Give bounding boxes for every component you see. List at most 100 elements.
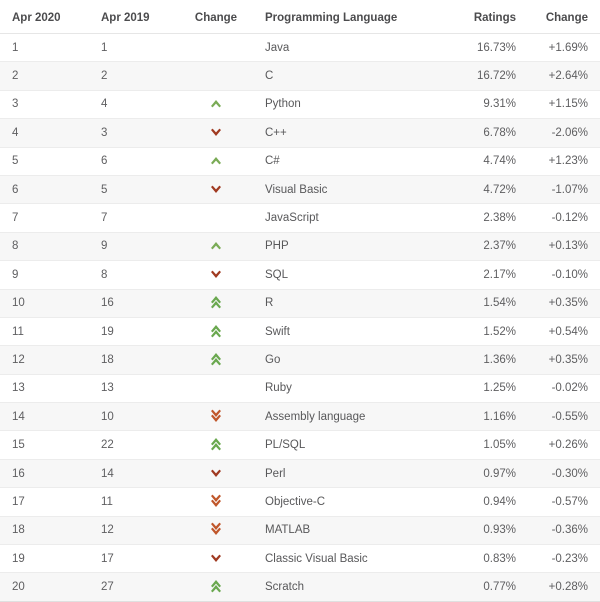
cell-rank-current: 8 xyxy=(0,232,95,262)
cell-rank-previous: 18 xyxy=(95,345,183,375)
cell-rank-previous: 17 xyxy=(95,544,183,574)
cell-ratings-change: -1.07% xyxy=(528,175,600,205)
cell-change-indicator xyxy=(183,203,255,233)
cell-rank-previous: 8 xyxy=(95,260,183,290)
cell-ratings: 16.73% xyxy=(453,33,528,63)
cell-change-indicator xyxy=(183,516,255,546)
cell-ratings-change: -0.12% xyxy=(528,203,600,233)
tiobe-index-table: Apr 2020 Apr 2019 Change Programming Lan… xyxy=(0,0,600,602)
column-header-ratings-change: Change xyxy=(528,0,600,34)
cell-rank-current: 14 xyxy=(0,402,95,432)
cell-rank-previous: 12 xyxy=(95,516,183,546)
cell-language: C xyxy=(255,61,453,91)
cell-rank-previous: 14 xyxy=(95,459,183,489)
cell-ratings: 2.38% xyxy=(453,203,528,233)
cell-ratings-change: +0.28% xyxy=(528,572,600,602)
cell-rank-current: 13 xyxy=(0,374,95,404)
arrow-up-icon xyxy=(209,96,223,112)
cell-ratings: 0.83% xyxy=(453,544,528,574)
cell-ratings-change: -2.06% xyxy=(528,118,600,148)
cell-ratings-change: +2.64% xyxy=(528,61,600,91)
cell-language: MATLAB xyxy=(255,516,453,546)
cell-change-indicator xyxy=(183,374,255,404)
double-arrow-up-icon xyxy=(209,579,223,595)
cell-rank-current: 18 xyxy=(0,516,95,546)
column-header-language: Programming Language xyxy=(255,0,453,34)
table-row: 7 7 JavaScript 2.38% -0.12% xyxy=(0,203,600,233)
no-change-icon xyxy=(209,380,223,396)
table-row: 10 16 R 1.54% +0.35% xyxy=(0,289,600,318)
table-row: 17 11 Objective-C 0.94% -0.57% xyxy=(0,487,600,517)
cell-language: Ruby xyxy=(255,374,453,404)
cell-rank-previous: 3 xyxy=(95,118,183,148)
cell-ratings: 1.36% xyxy=(453,345,528,375)
cell-rank-previous: 2 xyxy=(95,61,183,91)
cell-ratings: 0.97% xyxy=(453,459,528,489)
table-row: 18 12 MATLAB 0.93% -0.36% xyxy=(0,516,600,546)
arrow-up-icon xyxy=(209,238,223,254)
table-row: 11 19 Swift 1.52% +0.54% xyxy=(0,317,600,347)
cell-language: PL/SQL xyxy=(255,430,453,460)
cell-language: C# xyxy=(255,147,453,176)
cell-ratings-change: -0.30% xyxy=(528,459,600,489)
double-arrow-up-icon xyxy=(209,437,223,453)
cell-rank-previous: 6 xyxy=(95,147,183,176)
cell-language: Objective-C xyxy=(255,487,453,517)
arrow-down-icon xyxy=(209,267,223,283)
cell-language: SQL xyxy=(255,260,453,290)
cell-ratings-change: +0.26% xyxy=(528,430,600,460)
cell-language: Assembly language xyxy=(255,402,453,432)
cell-rank-current: 6 xyxy=(0,175,95,205)
cell-change-indicator xyxy=(183,430,255,460)
cell-ratings: 6.78% xyxy=(453,118,528,148)
cell-ratings: 1.05% xyxy=(453,430,528,460)
table-row: 1 1 Java 16.73% +1.69% xyxy=(0,33,600,63)
cell-change-indicator xyxy=(183,459,255,489)
cell-ratings-change: -0.02% xyxy=(528,374,600,404)
table-row: 12 18 Go 1.36% +0.35% xyxy=(0,345,600,375)
cell-language: Go xyxy=(255,345,453,375)
no-change-icon xyxy=(209,68,223,84)
table-row: 4 3 C++ 6.78% -2.06% xyxy=(0,118,600,148)
cell-ratings: 9.31% xyxy=(453,90,528,120)
cell-language: Visual Basic xyxy=(255,175,453,205)
cell-rank-current: 9 xyxy=(0,260,95,290)
cell-rank-previous: 16 xyxy=(95,289,183,318)
table-row: 3 4 Python 9.31% +1.15% xyxy=(0,90,600,120)
arrow-down-icon xyxy=(209,182,223,198)
table-row: 9 8 SQL 2.17% -0.10% xyxy=(0,260,600,290)
cell-ratings: 2.37% xyxy=(453,232,528,262)
table-row: 19 17 Classic Visual Basic 0.83% -0.23% xyxy=(0,544,600,574)
cell-rank-previous: 7 xyxy=(95,203,183,233)
cell-language: Scratch xyxy=(255,572,453,602)
cell-change-indicator xyxy=(183,289,255,318)
cell-change-indicator xyxy=(183,317,255,347)
cell-rank-current: 12 xyxy=(0,345,95,375)
cell-language: R xyxy=(255,289,453,318)
cell-ratings-change: +0.54% xyxy=(528,317,600,347)
cell-ratings: 0.94% xyxy=(453,487,528,517)
cell-change-indicator xyxy=(183,90,255,120)
cell-rank-current: 20 xyxy=(0,572,95,602)
arrow-down-icon xyxy=(209,125,223,141)
column-header-change: Change xyxy=(183,0,255,34)
table-row: 6 5 Visual Basic 4.72% -1.07% xyxy=(0,175,600,205)
cell-ratings-change: +0.13% xyxy=(528,232,600,262)
cell-ratings: 4.74% xyxy=(453,147,528,176)
cell-language: C++ xyxy=(255,118,453,148)
cell-change-indicator xyxy=(183,572,255,602)
arrow-down-icon xyxy=(209,551,223,567)
cell-rank-current: 11 xyxy=(0,317,95,347)
cell-rank-current: 1 xyxy=(0,33,95,63)
cell-language: Perl xyxy=(255,459,453,489)
cell-change-indicator xyxy=(183,61,255,91)
arrow-up-icon xyxy=(209,153,223,169)
cell-language: Swift xyxy=(255,317,453,347)
cell-ratings-change: +1.23% xyxy=(528,147,600,176)
cell-rank-previous: 4 xyxy=(95,90,183,120)
double-arrow-up-icon xyxy=(209,324,223,340)
table-row: 15 22 PL/SQL 1.05% +0.26% xyxy=(0,430,600,460)
cell-ratings: 1.25% xyxy=(453,374,528,404)
double-arrow-up-icon xyxy=(209,295,223,311)
cell-rank-previous: 22 xyxy=(95,430,183,460)
